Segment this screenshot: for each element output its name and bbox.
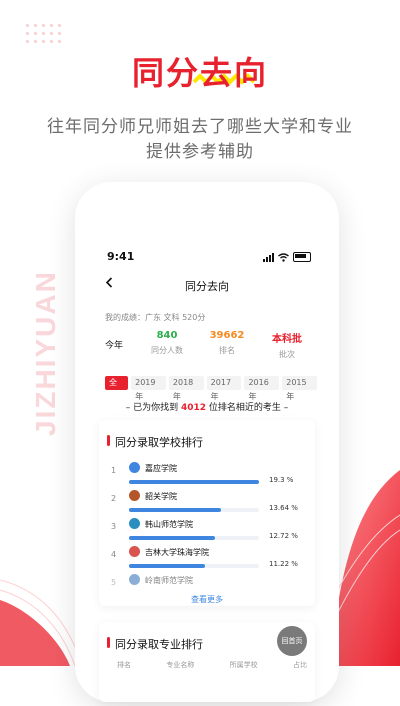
stat-value: 本科批	[272, 334, 302, 345]
share-bar-track	[129, 508, 259, 512]
col-header: 占比	[292, 661, 307, 669]
school-name: 韶关学院	[145, 492, 177, 501]
school-logo-icon	[129, 490, 140, 501]
rank-number: 5	[111, 578, 117, 587]
school-name: 韩山师范学院	[145, 520, 193, 529]
brand-vertical-text: JIZHIYUAN	[30, 270, 61, 436]
hero-title-wrap: 同分去向	[0, 48, 400, 94]
rank-number: 3	[111, 522, 117, 531]
col-header: 专业名称	[166, 661, 195, 669]
share-bar-track	[129, 536, 259, 540]
school-logo-icon	[129, 546, 140, 557]
school-rank-title: 同分录取学校排行	[107, 434, 203, 450]
stat-value: 39662	[209, 330, 245, 341]
major-table-header: 排名 专业名称 所属学校 占比	[117, 660, 307, 670]
see-more-link[interactable]: 查看更多	[99, 594, 315, 605]
rank-number: 2	[111, 494, 117, 503]
school-rank-row[interactable]: 2 韶关学院 13.64 %	[107, 490, 307, 518]
phone-mockup: 9:41 同分去向 我的成绩：广东 文科 520分 今年 840 同分人数 39…	[75, 182, 339, 702]
share-percent: 19.3 %	[269, 476, 294, 484]
year-chip-all[interactable]: 全部	[105, 376, 129, 401]
share-bar-fill	[129, 564, 205, 568]
found-prefix: – 已为你找到	[125, 403, 181, 413]
school-name: 嘉应学院	[145, 464, 177, 473]
school-rank-row[interactable]: 3 韩山师范学院 12.72 %	[107, 518, 307, 546]
col-header: 排名	[117, 661, 131, 669]
signal-icon	[263, 252, 274, 262]
col-header: 所属学校	[229, 661, 258, 669]
dot-grid-decoration	[26, 24, 66, 50]
year-chip-2017[interactable]: 2017年	[206, 376, 242, 401]
stat-label: 同分人数	[151, 346, 183, 355]
status-time: 9:41	[107, 250, 135, 263]
year-chip-2019[interactable]: 2019年	[131, 376, 166, 401]
rank-number: 1	[111, 466, 117, 475]
stats-row: 今年 840 同分人数 39662 排名 本科批 批次	[105, 328, 317, 374]
found-summary: – 已为你找到 4012 位排名相近的考生 –	[93, 400, 321, 413]
stat-rank: 39662 排名	[197, 328, 257, 374]
school-name: 吉林大学珠海学院	[145, 548, 209, 557]
stat-label: 批次	[279, 350, 295, 359]
stats-year-label: 今年	[105, 341, 124, 351]
school-name: 岭南师范学院	[145, 576, 193, 585]
found-suffix: 位排名相近的考生 –	[206, 403, 289, 413]
nav-bar: 同分去向	[93, 276, 321, 300]
year-chip-2016[interactable]: 2016年	[244, 376, 280, 401]
phone-screen: 9:41 同分去向 我的成绩：广东 文科 520分 今年 840 同分人数 39…	[93, 246, 321, 706]
stat-value: 840	[156, 330, 178, 341]
my-score-text: 我的成绩：广东 文科 520分	[105, 313, 206, 322]
school-logo-icon	[129, 518, 140, 529]
share-percent: 12.72 %	[269, 532, 298, 540]
rank-number: 4	[111, 550, 117, 559]
hero-subtitle-line1: 往年同分师兄师姐去了哪些大学和专业	[47, 117, 353, 137]
found-count: 4012	[180, 403, 207, 413]
school-logo-icon	[129, 462, 140, 473]
home-button[interactable]: 回首页	[277, 626, 307, 656]
share-bar-track	[129, 564, 259, 568]
share-bar-fill	[129, 536, 215, 540]
share-bar-fill	[129, 508, 221, 512]
school-rank-card: 同分录取学校排行 1 嘉应学院 19.3 % 2 韶关学院 13.64 % 3 …	[99, 420, 315, 606]
major-rank-title: 同分录取专业排行	[107, 636, 203, 652]
status-bar: 9:41	[93, 246, 321, 270]
year-filter: 全部 2019年 2018年 2017年 2016年 2015年	[105, 376, 318, 401]
share-bar-fill	[129, 480, 259, 484]
year-chip-2018[interactable]: 2018年	[168, 376, 204, 401]
wifi-icon	[278, 252, 289, 262]
share-percent: 13.64 %	[269, 504, 298, 512]
year-chip-2015[interactable]: 2015年	[282, 376, 318, 401]
share-bar-track	[129, 480, 259, 484]
major-rank-card: 同分录取专业排行 回首页 排名 专业名称 所属学校 占比	[99, 622, 315, 702]
stat-batch: 本科批 批次	[257, 328, 317, 374]
stat-label: 排名	[219, 346, 235, 355]
status-icons	[263, 252, 311, 262]
hero-subtitle-line2: 提供参考辅助	[146, 142, 254, 162]
page-title: 同分去向	[185, 280, 229, 293]
school-rank-row[interactable]: 4 吉林大学珠海学院 11.22 %	[107, 546, 307, 574]
school-rank-row[interactable]: 1 嘉应学院 19.3 %	[107, 462, 307, 490]
share-percent: 11.22 %	[269, 560, 298, 568]
school-logo-icon	[129, 574, 140, 585]
hero-title: 同分去向	[131, 54, 268, 92]
stat-same-score-count: 840 同分人数	[137, 328, 197, 374]
battery-icon	[293, 252, 311, 262]
